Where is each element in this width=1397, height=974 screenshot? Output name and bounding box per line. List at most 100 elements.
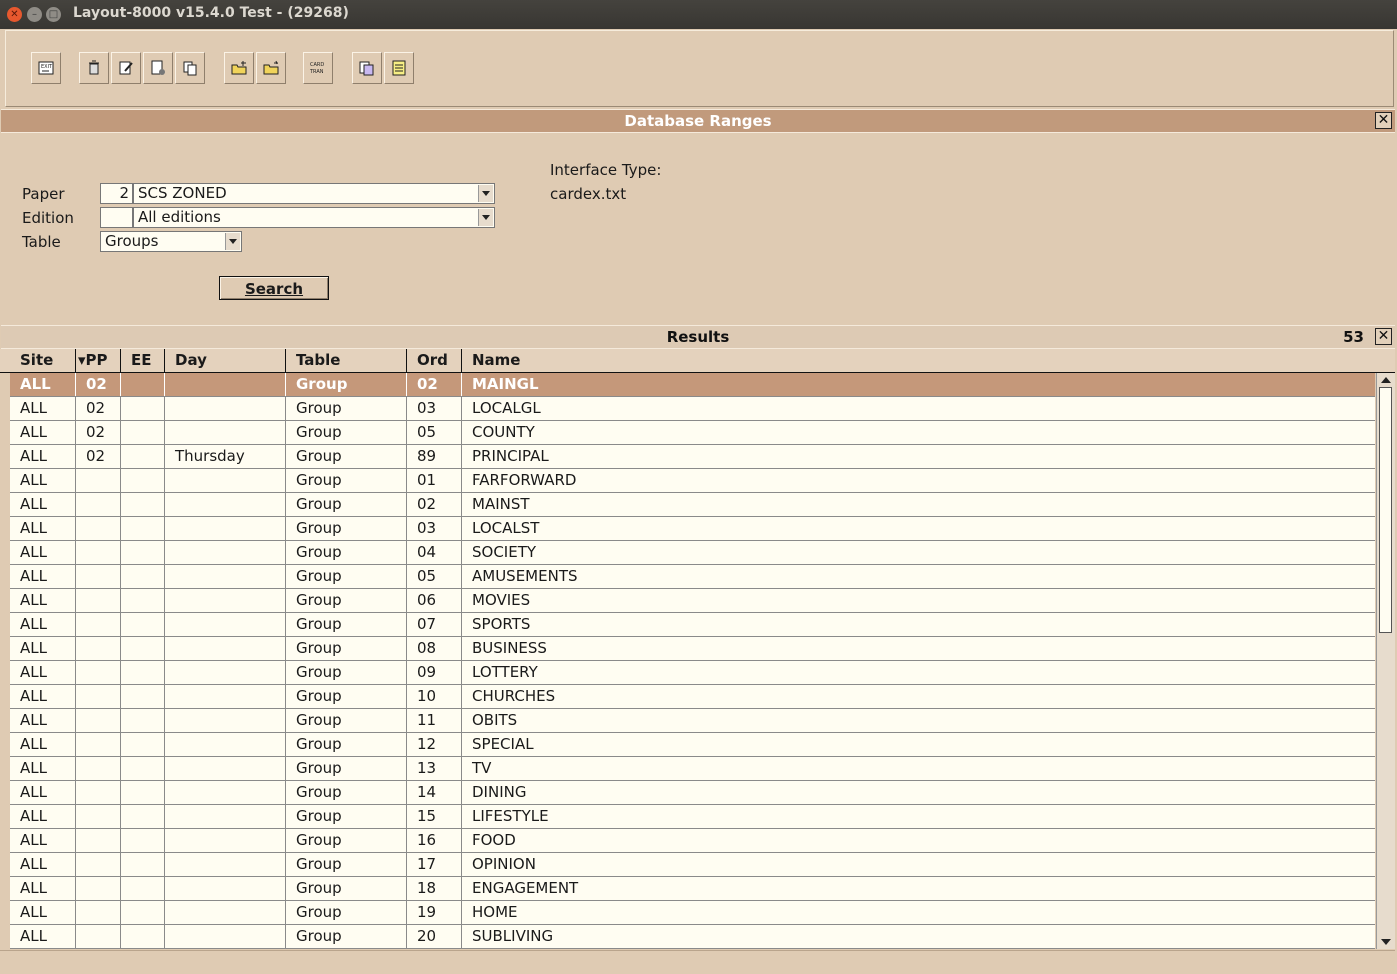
cell-ee	[121, 541, 165, 564]
table-row[interactable]: ALL Group 20 SUBLIVING	[10, 925, 1375, 949]
paper-select[interactable]: SCS ZONED	[133, 183, 495, 204]
cell-name: OBITS	[472, 711, 518, 729]
database-ranges-close-button[interactable]: ✕	[1375, 112, 1392, 129]
table-row[interactable]: ALL Group 02 MAINST	[10, 493, 1375, 517]
scrollbar-thumb[interactable]	[1379, 387, 1392, 633]
cell-day	[165, 853, 286, 876]
cell-pp	[76, 733, 121, 756]
window-close-button[interactable]: ✕	[7, 7, 22, 22]
paper-label-text: Paper	[22, 185, 65, 203]
trash-icon	[89, 60, 99, 75]
cell-pp	[76, 517, 121, 540]
cell-site: ALL	[10, 781, 76, 804]
table-row[interactable]: ALL Group 10 CHURCHES	[10, 685, 1375, 709]
cell-name: SOCIETY	[472, 543, 537, 561]
table-row[interactable]: ALL Group 14 DINING	[10, 781, 1375, 805]
cell-pp	[76, 493, 121, 516]
paper-label: Paper	[22, 185, 64, 203]
cell-day	[165, 493, 286, 516]
edition-number-field[interactable]	[100, 207, 133, 228]
copy-button[interactable]	[175, 52, 205, 84]
cell-ord: 10	[407, 685, 462, 708]
column-table[interactable]: Table	[286, 349, 407, 372]
table-row[interactable]: ALL Group 17 OPINION	[10, 853, 1375, 877]
export-button[interactable]: EXIT	[31, 52, 61, 84]
cell-day	[165, 517, 286, 540]
table-row[interactable]: ALL Group 16 FOOD	[10, 829, 1375, 853]
cell-ord: 02	[407, 373, 462, 396]
table-row[interactable]: ALL Group 03 LOCALST	[10, 517, 1375, 541]
column-ee[interactable]: EE	[121, 349, 165, 372]
paper-select-value: SCS ZONED	[138, 184, 227, 202]
column-name[interactable]: Name	[462, 349, 1375, 372]
table-row[interactable]: ALL Group 05 AMUSEMENTS	[10, 565, 1375, 589]
column-site[interactable]: Site	[10, 349, 76, 372]
search-button[interactable]: Search	[219, 276, 329, 300]
table-row[interactable]: ALL Group 11 OBITS	[10, 709, 1375, 733]
table-row[interactable]: ALL Group 04 SOCIETY	[10, 541, 1375, 565]
column-day[interactable]: Day	[165, 349, 286, 372]
cell-day	[165, 733, 286, 756]
cell-name: SUBLIVING	[472, 927, 554, 945]
table-row[interactable]: ALL Group 01 FARFORWARD	[10, 469, 1375, 493]
cell-table: Group	[286, 805, 407, 828]
table-row[interactable]: ALL Group 15 LIFESTYLE	[10, 805, 1375, 829]
scroll-up-icon[interactable]	[1381, 377, 1391, 383]
svg-text:CARD: CARD	[310, 62, 324, 68]
cell-ee	[121, 829, 165, 852]
results-close-button[interactable]: ✕	[1375, 328, 1392, 345]
table-row[interactable]: ALL Group 19 HOME	[10, 901, 1375, 925]
cell-table: Group	[286, 517, 407, 540]
chevron-down-icon[interactable]	[225, 233, 240, 250]
results-vertical-scrollbar[interactable]	[1376, 373, 1395, 949]
folder-new-button[interactable]	[256, 52, 286, 84]
cell-site: ALL	[10, 685, 76, 708]
cell-ord: 19	[407, 901, 462, 924]
window-titlebar[interactable]: ✕ – □ Layout-8000 v15.4.0 Test - (29268)	[0, 0, 1397, 29]
scroll-down-icon[interactable]	[1381, 939, 1391, 945]
new-page-button[interactable]	[143, 52, 173, 84]
cell-day	[165, 637, 286, 660]
table-row[interactable]: ALL 02 Group 02 MAINGL	[10, 373, 1375, 397]
paper-number-field[interactable]: 2	[100, 183, 133, 204]
cell-table: Group	[286, 565, 407, 588]
cell-ee	[121, 445, 165, 468]
cell-table: Group	[286, 589, 407, 612]
chevron-down-icon[interactable]	[478, 185, 493, 202]
table-row[interactable]: ALL 02 Group 03 LOCALGL	[10, 397, 1375, 421]
horizontal-scrollbar[interactable]	[0, 950, 1395, 971]
notes-button[interactable]	[384, 52, 414, 84]
chevron-down-icon[interactable]	[478, 209, 493, 226]
cell-table: Group	[286, 853, 407, 876]
window-maximize-button[interactable]: □	[46, 7, 61, 22]
cell-table: Group	[286, 613, 407, 636]
column-ord[interactable]: Ord	[407, 349, 462, 372]
edit-button[interactable]	[111, 52, 141, 84]
table-row[interactable]: ALL Group 09 LOTTERY	[10, 661, 1375, 685]
cell-ee	[121, 373, 165, 396]
edition-select[interactable]: All editions	[133, 207, 495, 228]
window-minimize-button[interactable]: –	[27, 7, 42, 22]
table-row[interactable]: ALL Group 08 BUSINESS	[10, 637, 1375, 661]
table-row[interactable]: ALL Group 18 ENGAGEMENT	[10, 877, 1375, 901]
duplicate-button[interactable]	[352, 52, 382, 84]
column-pp[interactable]: ▾PP	[76, 349, 121, 372]
folder-add-button[interactable]	[224, 52, 254, 84]
cell-ord: 14	[407, 781, 462, 804]
table-row[interactable]: ALL Group 06 MOVIES	[10, 589, 1375, 613]
cell-ee	[121, 613, 165, 636]
table-row[interactable]: ALL Group 12 SPECIAL	[10, 733, 1375, 757]
table-row[interactable]: ALL Group 07 SPORTS	[10, 613, 1375, 637]
table-row[interactable]: ALL Group 13 TV	[10, 757, 1375, 781]
delete-button[interactable]	[79, 52, 109, 84]
card-tran-button[interactable]: CARD TRAN	[303, 52, 333, 84]
cell-name: LIFESTYLE	[472, 807, 549, 825]
cell-ee	[121, 517, 165, 540]
table-row[interactable]: ALL 02 Thursday Group 89 PRINCIPAL	[10, 445, 1375, 469]
database-ranges-title: Database Ranges	[624, 112, 772, 130]
table-select[interactable]: Groups	[100, 231, 242, 252]
table-row[interactable]: ALL 02 Group 05 COUNTY	[10, 421, 1375, 445]
cell-pp	[76, 853, 121, 876]
cell-site: ALL	[10, 829, 76, 852]
folder-new-icon	[263, 60, 279, 75]
